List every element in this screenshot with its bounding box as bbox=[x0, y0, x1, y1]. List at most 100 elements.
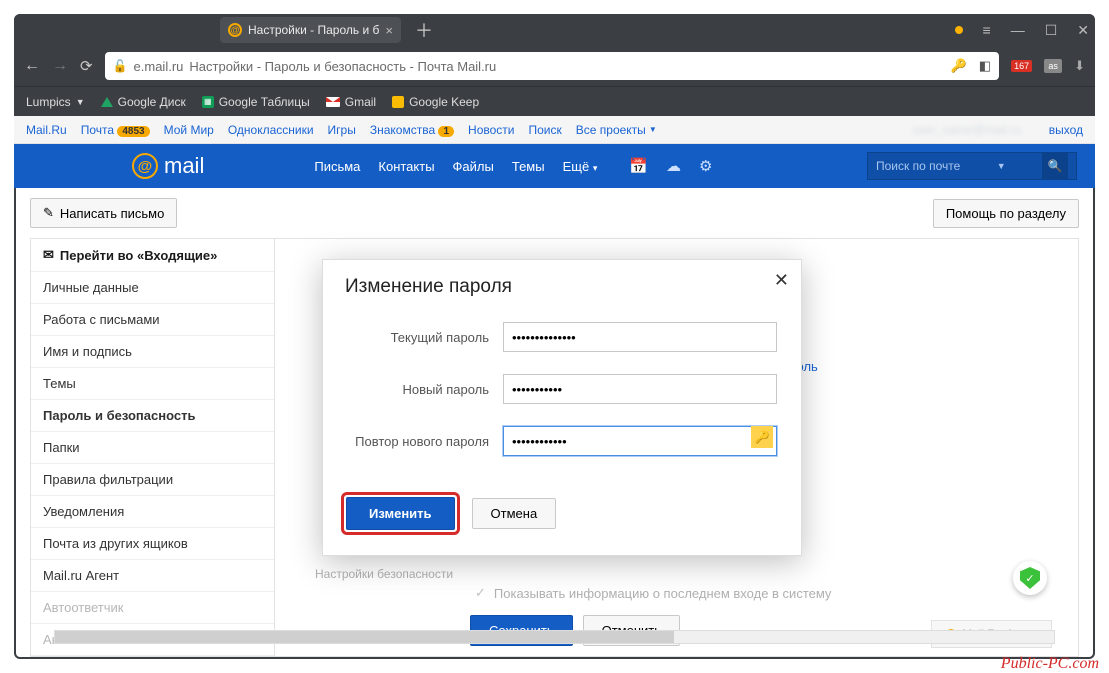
portal-moimir[interactable]: Мой Мир bbox=[164, 123, 214, 137]
portal-all-projects[interactable]: Все проекты▼ bbox=[576, 123, 657, 137]
portal-news[interactable]: Новости bbox=[468, 123, 514, 137]
save-password-icon[interactable]: 🔑 bbox=[951, 58, 967, 74]
settings-sidebar: ✉Перейти во «Входящие» Личные данные Раб… bbox=[30, 238, 274, 657]
modal-submit-button[interactable]: Изменить bbox=[346, 497, 455, 530]
window-titlebar: @ Настройки - Пароль и б × ＋ ≡ — ☐ ✕ bbox=[14, 14, 1095, 46]
new-tab-button[interactable]: ＋ bbox=[415, 17, 433, 43]
sidebar-item-security[interactable]: Пароль и безопасность bbox=[31, 400, 274, 432]
modal-title: Изменение пароля bbox=[345, 276, 779, 298]
mail-count-badge: 4853 bbox=[117, 126, 149, 137]
reload-button[interactable]: ⟳ bbox=[80, 57, 93, 75]
menu-icon[interactable]: ≡ bbox=[983, 22, 991, 38]
mail-search[interactable]: Поиск по почте ▼ 🔍 bbox=[867, 152, 1077, 180]
compose-label: Написать письмо bbox=[60, 206, 164, 221]
help-button[interactable]: Помощь по разделу bbox=[933, 199, 1079, 228]
minimize-icon[interactable]: — bbox=[1011, 22, 1025, 38]
portal-mailru[interactable]: Mail.Ru bbox=[26, 123, 67, 137]
repeat-password-input[interactable] bbox=[503, 426, 777, 456]
sidebar-item-autoreply[interactable]: Автоответчик bbox=[31, 592, 274, 624]
user-email[interactable]: user_name@mail.ru bbox=[912, 123, 1020, 137]
repeat-password-label: Повтор нового пароля bbox=[347, 434, 503, 449]
bookmark-lumpics[interactable]: Lumpics▼ bbox=[26, 95, 85, 109]
lock-icon: 🔓 bbox=[113, 59, 128, 73]
new-password-label: Новый пароль bbox=[347, 382, 503, 397]
extension-badge[interactable]: 167 bbox=[1011, 60, 1032, 72]
nav-files[interactable]: Файлы bbox=[453, 159, 494, 174]
close-icon[interactable]: ✕ bbox=[774, 270, 789, 291]
cloud-icon[interactable]: ☁ bbox=[666, 157, 681, 175]
session-info-label: Показывать информацию о последнем входе … bbox=[494, 586, 832, 601]
calendar-icon[interactable]: 📅 bbox=[629, 157, 648, 175]
compose-button[interactable]: ✎ Написать письмо bbox=[30, 198, 177, 228]
password-key-icon[interactable]: 🔑 bbox=[751, 426, 773, 448]
adguard-icon[interactable]: ✓ bbox=[1013, 561, 1047, 595]
maximize-icon[interactable]: ☐ bbox=[1045, 22, 1058, 39]
sidebar-item-personal[interactable]: Личные данные bbox=[31, 272, 274, 304]
settings-group-label: Настройки безопасности bbox=[315, 567, 1058, 581]
gear-icon[interactable]: ⚙ bbox=[699, 157, 712, 175]
bookmark-gsheets[interactable]: ▦Google Таблицы bbox=[202, 95, 310, 109]
logout-link[interactable]: выход bbox=[1049, 123, 1083, 137]
gkeep-icon bbox=[392, 96, 404, 108]
search-placeholder: Поиск по почте bbox=[876, 159, 960, 173]
new-password-input[interactable] bbox=[503, 374, 777, 404]
horizontal-scrollbar[interactable] bbox=[54, 630, 1055, 644]
gdrive-icon bbox=[101, 97, 113, 107]
url-host: e.mail.ru bbox=[134, 59, 184, 74]
sidebar-item-signature[interactable]: Имя и подпись bbox=[31, 336, 274, 368]
change-password-modal: ✕ Изменение пароля Текущий пароль Новый … bbox=[322, 259, 802, 556]
logo-text: mail bbox=[164, 153, 204, 179]
nav-themes[interactable]: Темы bbox=[512, 159, 545, 174]
search-icon[interactable]: 🔍 bbox=[1042, 153, 1068, 179]
sidebar-item-folders[interactable]: Папки bbox=[31, 432, 274, 464]
close-tab-icon[interactable]: × bbox=[385, 23, 393, 38]
current-password-input[interactable] bbox=[503, 322, 777, 352]
gsheets-icon: ▦ bbox=[202, 96, 214, 108]
sidebar-item-agent[interactable]: Mail.ru Агент bbox=[31, 560, 274, 592]
url-field[interactable]: 🔓 e.mail.ru Настройки - Пароль и безопас… bbox=[105, 52, 999, 80]
scrollbar-thumb[interactable] bbox=[55, 631, 674, 643]
portal-znakomstva[interactable]: Знакомства 1 bbox=[370, 123, 454, 137]
bookmark-gdrive[interactable]: Google Диск bbox=[101, 95, 186, 109]
at-icon: @ bbox=[132, 153, 158, 179]
forward-button: → bbox=[52, 57, 68, 75]
sidebar-item-inbox[interactable]: ✉Перейти во «Входящие» bbox=[31, 239, 274, 272]
gmail-icon bbox=[326, 97, 340, 107]
nav-more[interactable]: Ещё ▾ bbox=[563, 159, 598, 174]
watermark: Public-PC.com bbox=[1001, 655, 1099, 673]
mail-logo[interactable]: @ mail bbox=[132, 153, 204, 179]
sidebar-item-themes[interactable]: Темы bbox=[31, 368, 274, 400]
lastfm-icon[interactable]: as bbox=[1044, 59, 1062, 73]
url-title: Настройки - Пароль и безопасность - Почт… bbox=[189, 59, 496, 74]
sidebar-item-external[interactable]: Почта из других ящиков bbox=[31, 528, 274, 560]
submit-highlight: Изменить bbox=[341, 492, 460, 535]
bookmark-gkeep[interactable]: Google Keep bbox=[392, 95, 479, 109]
nav-letters[interactable]: Письма bbox=[314, 159, 360, 174]
checkbox-icon[interactable]: ✓ bbox=[475, 585, 486, 601]
close-window-icon[interactable]: ✕ bbox=[1077, 22, 1089, 39]
mail-header: @ mail Письма Контакты Файлы Темы Ещё ▾ … bbox=[14, 144, 1095, 188]
portal-pochta[interactable]: Почта 4853 bbox=[81, 123, 150, 137]
back-button[interactable]: ← bbox=[24, 57, 40, 75]
nav-contacts[interactable]: Контакты bbox=[378, 159, 434, 174]
sidebar-item-notifications[interactable]: Уведомления bbox=[31, 496, 274, 528]
browser-tab[interactable]: @ Настройки - Пароль и б × bbox=[220, 17, 401, 43]
tab-title: Настройки - Пароль и б bbox=[248, 23, 379, 37]
downloads-icon[interactable]: ⬇ bbox=[1074, 58, 1085, 74]
sidebar-item-mailwork[interactable]: Работа с письмами bbox=[31, 304, 274, 336]
bookmark-icon[interactable]: ◧ bbox=[979, 58, 991, 74]
current-password-label: Текущий пароль bbox=[347, 330, 503, 345]
znak-badge: 1 bbox=[438, 126, 454, 137]
portal-odnoklassniki[interactable]: Одноклассники bbox=[228, 123, 314, 137]
tab-favicon: @ bbox=[228, 23, 242, 37]
portal-search[interactable]: Поиск bbox=[529, 123, 562, 137]
bookmark-gmail[interactable]: Gmail bbox=[326, 95, 376, 109]
extension-indicator-icon[interactable] bbox=[955, 26, 963, 34]
bookmarks-bar: Lumpics▼ Google Диск ▦Google Таблицы Gma… bbox=[14, 86, 1095, 116]
envelope-icon: ✉ bbox=[43, 247, 54, 263]
sidebar-item-filters[interactable]: Правила фильтрации bbox=[31, 464, 274, 496]
address-bar: ← → ⟳ 🔓 e.mail.ru Настройки - Пароль и б… bbox=[14, 46, 1095, 86]
modal-cancel-button[interactable]: Отмена bbox=[472, 498, 557, 529]
portal-games[interactable]: Игры bbox=[328, 123, 356, 137]
pencil-icon: ✎ bbox=[43, 205, 54, 221]
